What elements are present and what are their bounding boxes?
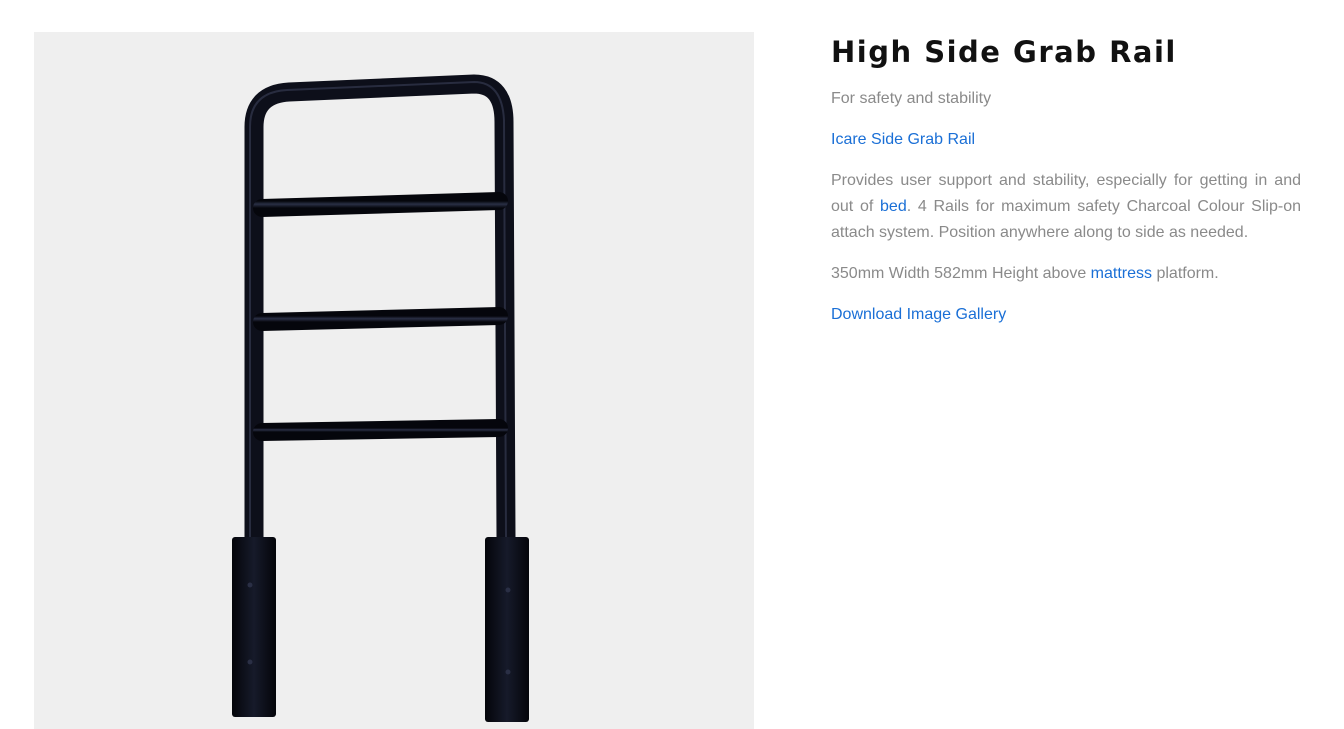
product-details: High Side Grab Rail For safety and stabi… (831, 32, 1301, 328)
brand-link-line: Icare Side Grab Rail (831, 127, 1301, 153)
product-dimensions: 350mm Width 582mm Height above mattress … (831, 261, 1301, 287)
product-title: High Side Grab Rail (831, 35, 1177, 69)
left-post (232, 537, 276, 717)
bed-link[interactable]: bed (880, 198, 907, 215)
rail-bar (253, 307, 508, 331)
mattress-link[interactable]: mattress (1091, 265, 1152, 282)
product-image[interactable] (34, 32, 754, 729)
product-description: Provides user support and stability, esp… (831, 168, 1301, 246)
rail-bar (253, 192, 508, 217)
dimensions-text: 350mm Width 582mm Height above (831, 265, 1091, 282)
gallery-line: Download Image Gallery (831, 302, 1301, 328)
dimensions-text-cont: platform. (1152, 265, 1219, 282)
right-post (485, 537, 529, 722)
brand-link[interactable]: Icare Side Grab Rail (831, 131, 975, 148)
product-subtitle: For safety and stability (831, 90, 992, 107)
rail-bar (253, 419, 508, 441)
download-gallery-link[interactable]: Download Image Gallery (831, 306, 1006, 323)
grab-rail-illustration (232, 74, 529, 722)
